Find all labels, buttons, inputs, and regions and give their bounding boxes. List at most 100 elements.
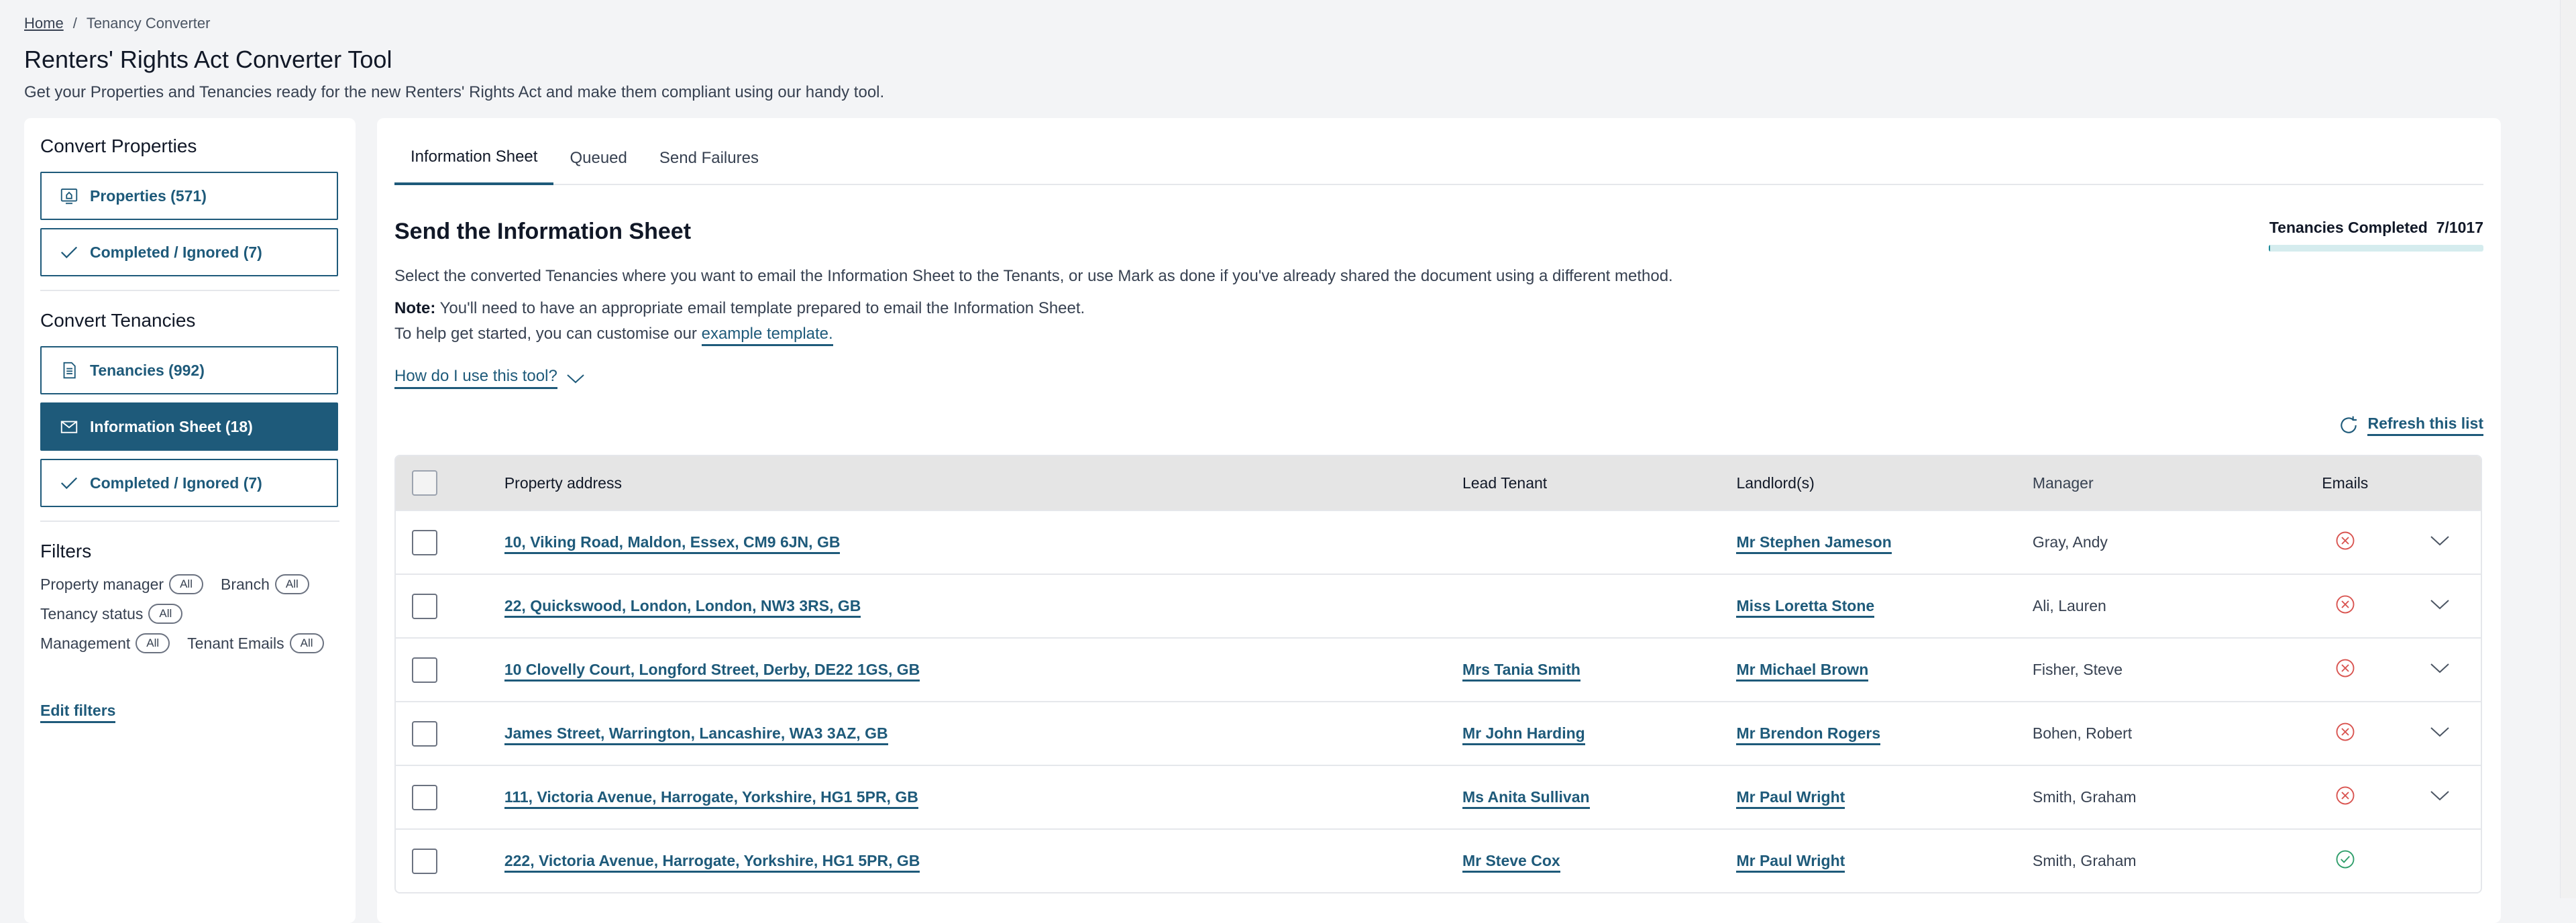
header-property-address: Property address <box>504 474 622 492</box>
row-select-cell <box>396 720 504 747</box>
refresh-list-link[interactable]: Refresh this list <box>2367 415 2483 436</box>
property-address-link[interactable]: 111, Victoria Avenue, Harrogate, Yorkshi… <box>504 788 918 809</box>
manager-cell: Gray, Andy <box>2032 533 2108 551</box>
progress-label: Tenancies Completed 7/1017 <box>2269 219 2483 237</box>
chevron-down-icon[interactable] <box>2429 789 2451 802</box>
sidebar: Convert Properties Properties (571) Comp… <box>24 118 356 923</box>
page-scrollbar[interactable] <box>2560 0 2576 898</box>
tenant-cell: Mrs Tania Smith <box>1462 661 1736 682</box>
property-address-link[interactable]: James Street, Warrington, Lancashire, WA… <box>504 724 888 745</box>
tenancy-status-filter-pill[interactable]: All <box>148 604 183 624</box>
how-to-toggle[interactable]: How do I use this tool? <box>394 367 586 389</box>
row-checkbox[interactable] <box>412 529 437 555</box>
tab-information-sheet[interactable]: Information Sheet <box>394 148 554 185</box>
refresh-icon[interactable] <box>2338 415 2359 436</box>
chevron-down-icon[interactable] <box>2429 725 2451 739</box>
filter-label: Property manager <box>40 575 164 593</box>
chevron-down-icon[interactable] <box>2429 661 2451 675</box>
landlord-cell: Mr Brendon Rogers <box>1736 724 2032 745</box>
email-failed-icon <box>2336 595 2355 613</box>
header-manager: Manager <box>2032 474 2094 492</box>
row-checkbox[interactable] <box>412 784 437 810</box>
section-title: Send the Information Sheet <box>394 219 692 244</box>
row-select-cell <box>396 657 504 683</box>
page-title: Renters' Rights Act Converter Tool <box>24 46 392 73</box>
email-failed-icon <box>2336 786 2355 804</box>
information-sheet-button-label: Information Sheet (18) <box>90 417 253 435</box>
branch-filter: Branch All <box>221 574 309 594</box>
tab-queued[interactable]: Queued <box>553 149 643 184</box>
tenancies-completed-button[interactable]: Completed / Ignored (7) <box>40 459 338 507</box>
row-select-cell <box>396 784 504 810</box>
properties-button[interactable]: Properties (571) <box>40 172 338 220</box>
branch-filter-pill[interactable]: All <box>274 574 309 594</box>
tenancies-button-label: Tenancies (992) <box>90 361 205 379</box>
check-icon <box>60 246 78 259</box>
property-manager-filter-pill[interactable]: All <box>169 574 203 594</box>
properties-completed-button[interactable]: Completed / Ignored (7) <box>40 228 338 276</box>
how-to-link[interactable]: How do I use this tool? <box>394 367 557 389</box>
landlord-link[interactable]: Miss Loretta Stone <box>1736 597 1875 618</box>
filter-label: Branch <box>221 575 270 593</box>
edit-filters-link[interactable]: Edit filters <box>40 702 116 723</box>
information-sheet-button[interactable]: Information Sheet (18) <box>40 402 338 451</box>
email-failed-icon <box>2336 722 2355 741</box>
lead-tenant-link[interactable]: Mr John Harding <box>1462 724 1585 745</box>
address-cell: James Street, Warrington, Lancashire, WA… <box>504 724 1462 745</box>
landlord-link[interactable]: Mr Michael Brown <box>1736 661 1869 682</box>
row-checkbox[interactable] <box>412 593 437 619</box>
property-address-link[interactable]: 22, Quickswood, London, London, NW3 3RS,… <box>504 597 861 618</box>
emails-cell <box>2322 658 2429 682</box>
select-all-cell <box>396 470 504 496</box>
property-address-link[interactable]: 10 Clovelly Court, Longford Street, Derb… <box>504 661 920 682</box>
property-icon <box>60 188 78 205</box>
row-checkbox[interactable] <box>412 720 437 747</box>
landlord-link[interactable]: Mr Stephen Jameson <box>1736 533 1892 554</box>
sidebar-divider <box>40 521 339 522</box>
landlord-link[interactable]: Mr Paul Wright <box>1736 788 1845 809</box>
chevron-down-icon[interactable] <box>2429 534 2451 547</box>
management-filter: Management All <box>40 633 170 653</box>
header-lead-tenant: Lead Tenant <box>1462 474 1548 492</box>
lead-tenant-link[interactable]: Mrs Tania Smith <box>1462 661 1580 682</box>
convert-tenancies-heading: Convert Tenancies <box>40 310 196 331</box>
progress-label-text: Tenancies Completed <box>2269 219 2428 236</box>
property-address-link[interactable]: 222, Victoria Avenue, Harrogate, Yorkshi… <box>504 852 920 873</box>
document-icon <box>63 362 76 379</box>
expand-cell <box>2429 788 2481 806</box>
header-emails: Emails <box>2322 474 2369 492</box>
progress-bar <box>2269 245 2483 252</box>
management-filter-pill[interactable]: All <box>136 633 170 653</box>
note-text: Note: You'll need to have an appropriate… <box>394 296 2483 321</box>
landlord-link[interactable]: Mr Brendon Rogers <box>1736 724 1881 745</box>
chevron-down-icon[interactable] <box>2429 598 2451 611</box>
manager-cell: Fisher, Steve <box>2032 661 2123 678</box>
filter-row: Tenancy status All <box>40 604 339 624</box>
breadcrumb-home-link[interactable]: Home <box>24 15 64 32</box>
emails-cell <box>2322 594 2429 618</box>
note-body: You'll need to have an appropriate email… <box>439 299 1085 317</box>
select-all-checkbox[interactable] <box>412 470 437 496</box>
example-template-link[interactable]: example template. <box>701 325 833 346</box>
row-select-cell <box>396 848 504 874</box>
landlord-link[interactable]: Mr Paul Wright <box>1736 852 1845 873</box>
lead-tenant-link[interactable]: Mr Steve Cox <box>1462 852 1560 873</box>
note-label: Note: <box>394 299 436 317</box>
email-failed-icon <box>2336 659 2355 677</box>
tab-send-failures[interactable]: Send Failures <box>643 149 775 184</box>
envelope-icon <box>60 421 78 433</box>
table-row: 10, Viking Road, Maldon, Essex, CM9 6JN,… <box>396 510 2481 574</box>
emails-cell <box>2322 531 2429 555</box>
table-row: 111, Victoria Avenue, Harrogate, Yorkshi… <box>396 765 2481 828</box>
expand-cell <box>2429 597 2481 615</box>
property-address-link[interactable]: 10, Viking Road, Maldon, Essex, CM9 6JN,… <box>504 533 841 554</box>
tenancies-button[interactable]: Tenancies (992) <box>40 346 338 394</box>
filter-row: Property manager All Branch All <box>40 574 339 594</box>
section-header: Send the Information Sheet Tenancies Com… <box>394 219 2483 252</box>
lead-tenant-link[interactable]: Ms Anita Sullivan <box>1462 788 1590 809</box>
row-checkbox[interactable] <box>412 657 437 683</box>
sidebar-divider <box>40 290 339 291</box>
address-cell: 10, Viking Road, Maldon, Essex, CM9 6JN,… <box>504 533 1462 554</box>
row-checkbox[interactable] <box>412 848 437 874</box>
tenant-emails-filter-pill[interactable]: All <box>289 633 324 653</box>
